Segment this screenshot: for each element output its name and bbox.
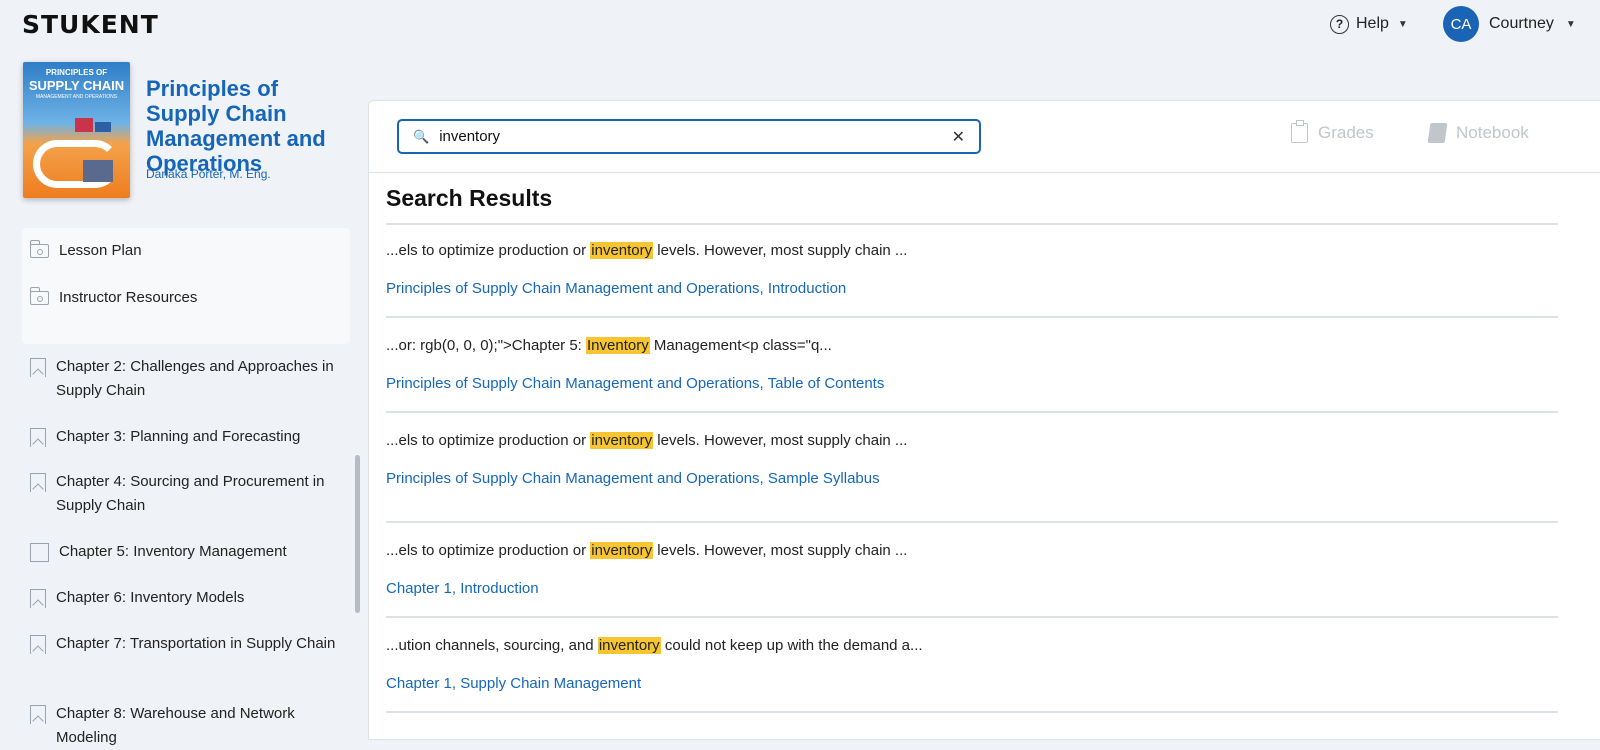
result-snippet: ...els to optimize production or invento… [386, 242, 908, 259]
cover-title-line1: PRINCIPLES OF [45, 68, 108, 77]
folder-user-icon [29, 286, 49, 305]
result-snippet: ...els to optimize production or invento… [386, 542, 908, 559]
sidebar-chapter-2[interactable]: Chapter 2: Challenges and Approaches in … [30, 355, 340, 403]
help-icon: ? [1330, 14, 1349, 34]
chapter-label: Chapter 2: Challenges and Approaches in … [56, 358, 334, 399]
book-author: Danaka Porter, M. Eng. [146, 167, 271, 181]
sidebar-item-lesson-plan[interactable]: Lesson Plan [29, 239, 142, 259]
chapter-label: Chapter 5: Inventory Management [59, 543, 287, 560]
result-snippet: ...els to optimize production or invento… [386, 432, 908, 449]
chapter-label: Chapter 4: Sourcing and Procurement in S… [56, 473, 325, 514]
notebook-icon [1427, 123, 1448, 143]
chapter-label: Chapter 3: Planning and Forecasting [56, 428, 301, 445]
user-name: Courtney [1489, 15, 1554, 32]
divider [386, 521, 1558, 523]
result-link[interactable]: Principles of Supply Chain Management an… [386, 280, 846, 297]
highlight-match: inventory [590, 542, 654, 559]
sidebar-chapter-7[interactable]: Chapter 7: Transportation in Supply Chai… [30, 632, 340, 656]
sidebar-chapter-8[interactable]: Chapter 8: Warehouse and Network Modelin… [30, 702, 340, 750]
highlight-match: inventory [590, 432, 654, 449]
grades-button[interactable]: Grades [1291, 120, 1374, 143]
search-icon: 🔍 [413, 128, 430, 144]
sidebar-scrollbar[interactable] [355, 455, 360, 613]
divider [386, 223, 1558, 225]
sidebar-chapter-6[interactable]: Chapter 6: Inventory Models [30, 586, 340, 610]
bookmark-icon [30, 358, 46, 377]
clipboard-check-icon [1291, 120, 1308, 143]
cover-title-line3: MANAGEMENT AND OPERATIONS [35, 94, 118, 100]
bookmark-icon [30, 543, 49, 562]
result-link[interactable]: Principles of Supply Chain Management an… [386, 470, 880, 487]
result-snippet: ...ution channels, sourcing, and invento… [386, 637, 923, 654]
sidebar-item-label: Lesson Plan [59, 242, 142, 259]
notebook-button[interactable]: Notebook [1427, 123, 1529, 143]
bookmark-icon [30, 635, 46, 654]
search-input[interactable]: 🔍 inventory ✕ [397, 119, 981, 154]
chapter-label: Chapter 6: Inventory Models [56, 589, 245, 606]
divider [386, 316, 1558, 318]
cover-title-line2: SUPPLY CHAIN [28, 78, 125, 93]
cover-container-graphic [75, 118, 93, 132]
sidebar-chapter-5[interactable]: Chapter 5: Inventory Management [30, 540, 340, 564]
sidebar-chapter-4[interactable]: Chapter 4: Sourcing and Procurement in S… [30, 470, 340, 518]
chapter-label: Chapter 7: Transportation in Supply Chai… [56, 635, 336, 652]
highlight-match: Inventory [586, 337, 650, 354]
divider [386, 411, 1558, 413]
divider [386, 711, 1558, 713]
highlight-match: inventory [597, 637, 661, 654]
clear-search-icon[interactable]: ✕ [952, 127, 965, 147]
main-panel: 🔍 inventory ✕ Grades Notebook Search Res… [368, 100, 1600, 740]
result-link[interactable]: Chapter 1, Introduction [386, 580, 539, 597]
book-title[interactable]: Principles of Supply Chain Management an… [146, 76, 356, 176]
notebook-label: Notebook [1456, 123, 1529, 142]
result-link[interactable]: Chapter 1, Supply Chain Management [386, 675, 641, 692]
search-value[interactable]: inventory [439, 128, 941, 145]
bookmark-icon [30, 705, 46, 724]
cover-building-graphic [83, 160, 113, 182]
result-snippet: ...or: rgb(0, 0, 0);">Chapter 5: Invento… [386, 337, 832, 354]
stukent-logo[interactable]: STUKENT [22, 10, 159, 39]
user-menu[interactable]: CA Courtney ▼ [1443, 6, 1576, 42]
chevron-down-icon: ▼ [1565, 18, 1576, 30]
avatar: CA [1443, 6, 1479, 42]
sidebar-item-instructor-resources[interactable]: Instructor Resources [29, 286, 198, 306]
chevron-down-icon: ▼ [1397, 18, 1408, 30]
sidebar-item-label: Instructor Resources [59, 289, 198, 306]
bookmark-icon [30, 589, 46, 608]
folder-user-icon [29, 239, 49, 258]
grades-label: Grades [1318, 123, 1374, 142]
page-title: Search Results [386, 185, 553, 211]
divider [386, 616, 1558, 618]
cover-container-graphic [95, 122, 111, 132]
chapter-label: Chapter 8: Warehouse and Network Modelin… [56, 705, 295, 746]
help-label: Help [1356, 15, 1389, 32]
result-link[interactable]: Principles of Supply Chain Management an… [386, 375, 884, 392]
highlight-match: inventory [590, 242, 654, 259]
sidebar-chapter-3[interactable]: Chapter 3: Planning and Forecasting [30, 425, 340, 449]
book-cover: PRINCIPLES OF SUPPLY CHAIN MANAGEMENT AN… [23, 62, 130, 198]
bookmark-icon [30, 473, 46, 492]
toolbar: 🔍 inventory ✕ Grades Notebook [369, 101, 1600, 173]
help-menu[interactable]: ? Help ▼ [1330, 12, 1408, 36]
bookmark-icon [30, 428, 46, 447]
